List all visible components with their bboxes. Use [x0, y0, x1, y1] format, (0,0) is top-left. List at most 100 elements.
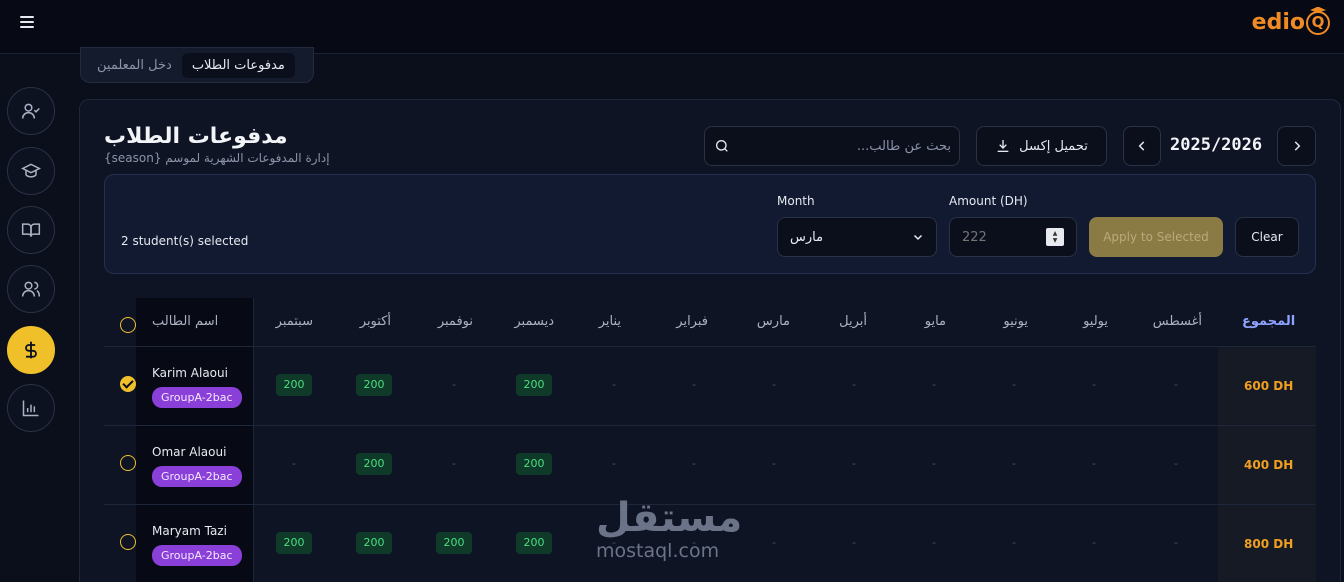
payment-cell[interactable]: 200: [356, 374, 392, 396]
column-header-month: نوفمبر: [437, 314, 473, 329]
payment-cell[interactable]: -: [756, 374, 792, 396]
page-subtitle: إدارة المدفوعات الشهرية لموسم {season}: [104, 151, 330, 165]
sidebar-item-students[interactable]: [7, 147, 55, 195]
sidebar-item-teachers[interactable]: [7, 265, 55, 313]
payment-cell[interactable]: -: [1076, 532, 1112, 554]
payment-cell[interactable]: -: [996, 374, 1032, 396]
row-divider: [104, 425, 1316, 426]
payment-cell[interactable]: -: [836, 453, 872, 475]
next-season-button[interactable]: [1277, 126, 1316, 166]
row-total: 400 DH: [1244, 458, 1294, 472]
student-name[interactable]: Karim Alaoui: [152, 366, 228, 380]
payment-cell[interactable]: 200: [516, 453, 552, 475]
download-icon: [997, 140, 1009, 152]
payment-cell[interactable]: 200: [276, 532, 312, 554]
sidebar-item-courses[interactable]: [7, 206, 55, 254]
tab-student-payments[interactable]: مدفوعات الطلاب: [181, 52, 295, 78]
payment-cell[interactable]: -: [276, 453, 312, 475]
dollar-icon: [25, 341, 37, 359]
search-box: [704, 126, 960, 166]
watermark: مستقل mostaql.com: [596, 498, 742, 562]
column-header-student-name: اسم الطالب: [152, 314, 219, 329]
payment-cell[interactable]: -: [1158, 453, 1194, 475]
watermark-latin: mostaql.com: [596, 540, 720, 562]
export-excel-button[interactable]: تحميل إكسل: [976, 126, 1107, 166]
page-title: مدفوعات الطلاب: [104, 124, 288, 149]
hamburger-menu-icon[interactable]: [20, 16, 34, 28]
column-header-month: سبتمبر: [275, 314, 313, 329]
group-badge: GroupA-2bac: [152, 545, 242, 566]
column-header-month: مارس: [756, 314, 790, 329]
clear-button[interactable]: Clear: [1235, 217, 1299, 257]
select-all-checkbox[interactable]: [120, 317, 136, 333]
payment-cell[interactable]: -: [756, 453, 792, 475]
payment-cell[interactable]: 200: [356, 453, 392, 475]
payment-cell[interactable]: -: [836, 532, 872, 554]
student-name[interactable]: Maryam Tazi: [152, 524, 227, 538]
payment-cell[interactable]: 200: [276, 374, 312, 396]
column-header-month: يوليو: [1083, 314, 1108, 329]
chevron-down-icon: [913, 234, 923, 241]
sidebar: [0, 55, 62, 582]
amount-label: Amount (DH): [949, 194, 1028, 208]
bar-chart-icon: [22, 400, 39, 417]
watermark-arabic: مستقل: [596, 495, 743, 541]
payment-cell[interactable]: 200: [436, 532, 472, 554]
column-header-month: يناير: [598, 314, 621, 329]
payment-cell[interactable]: -: [436, 453, 472, 475]
month-label: Month: [777, 194, 815, 208]
month-select-value: مارس: [790, 229, 824, 245]
row-total: 600 DH: [1244, 379, 1294, 393]
payment-cell[interactable]: -: [996, 532, 1032, 554]
payments-tabs: مدفوعات الطلاب دخل المعلمين: [80, 47, 314, 83]
season-label: 2025/2026: [1170, 135, 1263, 155]
column-header-month: ديسمبر: [514, 314, 554, 329]
payment-cell[interactable]: -: [596, 374, 632, 396]
payment-cell[interactable]: -: [1158, 374, 1194, 396]
payment-cell[interactable]: -: [836, 374, 872, 396]
payment-cell[interactable]: -: [676, 453, 712, 475]
export-excel-label: تحميل إكسل: [1019, 138, 1088, 154]
payment-cell[interactable]: -: [436, 374, 472, 396]
previous-season-button[interactable]: [1123, 126, 1161, 166]
app-logo[interactable]: edio Q: [1252, 10, 1330, 35]
payment-cell[interactable]: -: [756, 532, 792, 554]
column-header-total: المجموع: [1242, 314, 1296, 329]
payment-cell[interactable]: 200: [516, 532, 552, 554]
row-select-checkbox[interactable]: [120, 534, 136, 550]
amount-input[interactable]: [962, 218, 1042, 256]
user-check-icon: [21, 103, 40, 119]
payment-cell[interactable]: 200: [516, 374, 552, 396]
payment-cell[interactable]: 200: [356, 532, 392, 554]
payment-cell[interactable]: -: [1076, 374, 1112, 396]
column-header-month: أكتوبر: [359, 314, 391, 329]
payment-cell[interactable]: -: [916, 453, 952, 475]
sidebar-item-payments[interactable]: [7, 326, 55, 374]
row-total: 800 DH: [1244, 537, 1294, 551]
group-badge: GroupA-2bac: [152, 387, 242, 408]
apply-to-selected-button[interactable]: Apply to Selected: [1089, 217, 1223, 257]
sidebar-item-statistics[interactable]: [7, 384, 55, 432]
tab-teacher-income[interactable]: دخل المعلمين: [87, 53, 182, 78]
payment-cell[interactable]: -: [1076, 453, 1112, 475]
column-header-month: يونيو: [1003, 314, 1028, 329]
payment-cell[interactable]: -: [1158, 532, 1194, 554]
row-select-checkbox[interactable]: [120, 455, 136, 471]
payment-cell[interactable]: -: [676, 374, 712, 396]
search-input[interactable]: [735, 127, 955, 165]
payment-cell[interactable]: -: [916, 374, 952, 396]
row-divider: [104, 346, 1316, 347]
users-icon: [21, 281, 41, 297]
month-select[interactable]: مارس: [777, 217, 937, 257]
row-select-checkbox[interactable]: [120, 376, 136, 392]
payment-cell[interactable]: -: [916, 532, 952, 554]
student-name[interactable]: Omar Alaoui: [152, 445, 226, 459]
selected-count: 2 student(s) selected: [121, 234, 249, 248]
payment-cell[interactable]: -: [596, 453, 632, 475]
payment-cell[interactable]: -: [996, 453, 1032, 475]
column-header-month: أغسطس: [1152, 314, 1202, 329]
student-name-column: [136, 298, 254, 582]
amount-stepper[interactable]: ▲ ▼: [1046, 228, 1064, 246]
search-icon: [716, 140, 728, 152]
sidebar-item-attendance[interactable]: [7, 87, 55, 135]
